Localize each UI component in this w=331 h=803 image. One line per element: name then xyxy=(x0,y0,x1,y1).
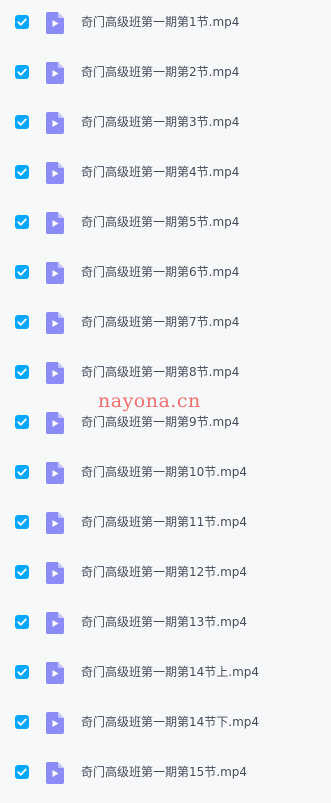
file-name[interactable]: 奇门高级班第一期第2节.mp4 xyxy=(81,64,239,80)
video-file-icon xyxy=(46,262,64,284)
file-name[interactable]: 奇门高级班第一期第6节.mp4 xyxy=(81,264,239,280)
checkbox-checked-icon[interactable] xyxy=(15,765,29,779)
file-name[interactable]: 奇门高级班第一期第3节.mp4 xyxy=(81,114,239,130)
file-name[interactable]: 奇门高级班第一期第12节.mp4 xyxy=(81,564,247,580)
checkbox-checked-icon[interactable] xyxy=(15,115,29,129)
file-row[interactable]: 奇门高级班第一期第15节.mp4 xyxy=(0,750,331,800)
checkbox-checked-icon[interactable] xyxy=(15,515,29,529)
file-row[interactable]: 奇门高级班第一期第1节.mp4 xyxy=(0,0,331,50)
checkbox-checked-icon[interactable] xyxy=(15,415,29,429)
video-file-icon xyxy=(46,62,64,84)
checkbox-checked-icon[interactable] xyxy=(15,215,29,229)
video-file-icon xyxy=(46,162,64,184)
file-name[interactable]: 奇门高级班第一期第9节.mp4 xyxy=(81,414,239,430)
video-file-icon xyxy=(46,662,64,684)
video-file-icon xyxy=(46,562,64,584)
file-name[interactable]: 奇门高级班第一期第7节.mp4 xyxy=(81,314,239,330)
file-row[interactable]: 奇门高级班第一期第7节.mp4 xyxy=(0,300,331,350)
video-file-icon xyxy=(46,412,64,434)
file-name[interactable]: 奇门高级班第一期第11节.mp4 xyxy=(81,514,247,530)
video-file-icon xyxy=(46,212,64,234)
checkbox-checked-icon[interactable] xyxy=(15,465,29,479)
video-file-icon xyxy=(46,512,64,534)
video-file-icon xyxy=(46,112,64,134)
file-name[interactable]: 奇门高级班第一期第10节.mp4 xyxy=(81,464,247,480)
file-name[interactable]: 奇门高级班第一期第8节.mp4 xyxy=(81,364,239,380)
file-row[interactable]: 奇门高级班第一期第2节.mp4 xyxy=(0,50,331,100)
checkbox-checked-icon[interactable] xyxy=(15,15,29,29)
file-row[interactable]: 奇门高级班第一期第4节.mp4 xyxy=(0,150,331,200)
video-file-icon xyxy=(46,462,64,484)
video-file-icon xyxy=(46,612,64,634)
file-row[interactable]: 奇门高级班第一期第10节.mp4 xyxy=(0,450,331,500)
video-file-icon xyxy=(46,12,64,34)
file-row[interactable]: 奇门高级班第一期第14节下.mp4 xyxy=(0,700,331,750)
checkbox-checked-icon[interactable] xyxy=(15,65,29,79)
video-file-icon xyxy=(46,312,64,334)
file-row[interactable]: 奇门高级班第一期第12节.mp4 xyxy=(0,550,331,600)
checkbox-checked-icon[interactable] xyxy=(15,365,29,379)
file-name[interactable]: 奇门高级班第一期第13节.mp4 xyxy=(81,614,247,630)
video-file-icon xyxy=(46,712,64,734)
file-row[interactable]: 奇门高级班第一期第13节.mp4 xyxy=(0,600,331,650)
checkbox-checked-icon[interactable] xyxy=(15,715,29,729)
video-file-icon xyxy=(46,762,64,784)
checkbox-checked-icon[interactable] xyxy=(15,665,29,679)
checkbox-checked-icon[interactable] xyxy=(15,565,29,579)
checkbox-checked-icon[interactable] xyxy=(15,615,29,629)
file-name[interactable]: 奇门高级班第一期第4节.mp4 xyxy=(81,164,239,180)
checkbox-checked-icon[interactable] xyxy=(15,315,29,329)
file-row[interactable]: 奇门高级班第一期第14节上.mp4 xyxy=(0,650,331,700)
file-row[interactable]: 奇门高级班第一期第3节.mp4 xyxy=(0,100,331,150)
file-name[interactable]: 奇门高级班第一期第1节.mp4 xyxy=(81,14,239,30)
file-row[interactable]: 奇门高级班第一期第6节.mp4 xyxy=(0,250,331,300)
file-name[interactable]: 奇门高级班第一期第15节.mp4 xyxy=(81,764,247,780)
video-file-icon xyxy=(46,362,64,384)
file-row[interactable]: 奇门高级班第一期第11节.mp4 xyxy=(0,500,331,550)
file-name[interactable]: 奇门高级班第一期第5节.mp4 xyxy=(81,214,239,230)
checkbox-checked-icon[interactable] xyxy=(15,265,29,279)
file-name[interactable]: 奇门高级班第一期第14节上.mp4 xyxy=(81,664,259,680)
checkbox-checked-icon[interactable] xyxy=(15,165,29,179)
file-name[interactable]: 奇门高级班第一期第14节下.mp4 xyxy=(81,714,259,730)
file-row[interactable]: 奇门高级班第一期第5节.mp4 xyxy=(0,200,331,250)
watermark-text: nayona.cn xyxy=(98,390,201,412)
